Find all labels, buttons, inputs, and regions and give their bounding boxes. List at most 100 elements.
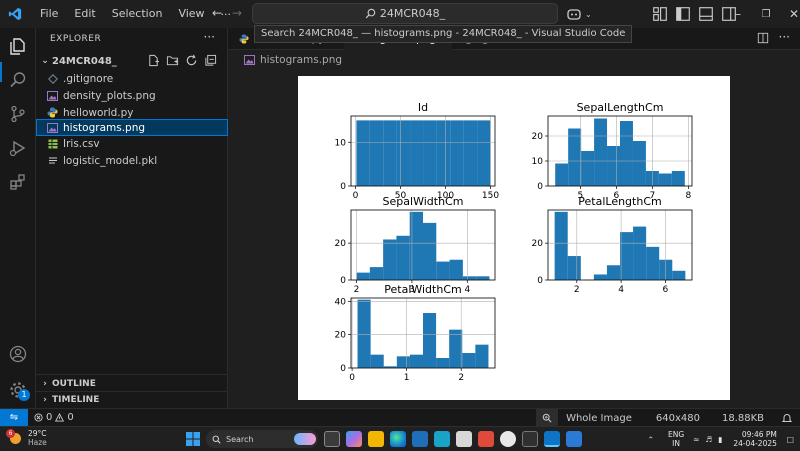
- brave-browser-icon[interactable]: [478, 431, 494, 447]
- explorer-panel: EXPLORER ··· ⌄ 24MCR048_ .gitignore dens…: [36, 28, 228, 408]
- explorer-icon[interactable]: [6, 34, 30, 58]
- terminal-icon[interactable]: [522, 431, 538, 447]
- windows-start-icon[interactable]: [186, 432, 200, 446]
- x-tick-label: 2: [574, 285, 580, 295]
- breadcrumb-label[interactable]: histograms.png: [260, 54, 342, 66]
- histogram-bar: [475, 344, 489, 368]
- histogram-bar: [450, 120, 464, 186]
- histogram-bar: [463, 120, 478, 186]
- system-tray: ⌃ ENG IN ≈ ♬ ▮ 09:46 PM 24-04-2025 □: [648, 427, 794, 451]
- x-tick-label: 4: [618, 285, 624, 295]
- outlook-icon[interactable]: [566, 431, 582, 447]
- copilot-chevron-icon[interactable]: ⌄: [585, 10, 592, 19]
- run-and-debug-icon[interactable]: [6, 136, 30, 160]
- customize-layout-icon[interactable]: [652, 6, 668, 22]
- histogram-bar: [369, 267, 384, 280]
- photos-app-icon[interactable]: [434, 431, 450, 447]
- copilot-app-icon[interactable]: [346, 431, 362, 447]
- histogram-bar: [423, 120, 437, 186]
- file-iris-csv[interactable]: Iris.csv: [36, 135, 228, 152]
- split-editor-icon[interactable]: [757, 32, 769, 44]
- chevron-down-icon: ⌄: [41, 56, 49, 66]
- file-histograms[interactable]: histograms.png: [36, 119, 228, 136]
- outline-section[interactable]: › OUTLINE: [36, 375, 228, 392]
- command-center-search[interactable]: 24MCR048_: [252, 3, 558, 24]
- remote-indicator-icon[interactable]: ⇋: [0, 408, 28, 427]
- new-file-icon[interactable]: [147, 54, 160, 67]
- histogram-bar: [632, 141, 646, 186]
- forward-arrow-icon[interactable]: →: [226, 6, 248, 20]
- taskbar-search[interactable]: Search: [206, 430, 318, 448]
- file-label: histograms.png: [63, 121, 146, 134]
- file-density-plots[interactable]: density_plots.png: [36, 87, 228, 104]
- editor-more-icon[interactable]: ···: [779, 31, 790, 44]
- status-right: Whole Image 640x480 18.88KB: [536, 409, 800, 427]
- histogram-bar: [555, 163, 569, 186]
- file-gitignore[interactable]: .gitignore: [36, 70, 228, 87]
- image-file-icon: [47, 122, 58, 133]
- file-explorer-icon[interactable]: [368, 431, 384, 447]
- timeline-section[interactable]: › TIMELINE: [36, 391, 228, 408]
- accounts-icon[interactable]: [6, 342, 30, 366]
- outline-label: OUTLINE: [52, 378, 96, 389]
- zoom-icon[interactable]: [536, 409, 559, 427]
- histogram-bar: [462, 353, 476, 368]
- histogram-bar: [383, 239, 397, 280]
- zoom-status[interactable]: Whole Image: [558, 413, 644, 424]
- search-icon[interactable]: [6, 68, 30, 92]
- menu-file[interactable]: File: [32, 0, 66, 28]
- notifications-bell-icon[interactable]: [774, 413, 800, 423]
- new-folder-icon[interactable]: [166, 54, 179, 67]
- notification-center-icon[interactable]: □: [787, 435, 794, 444]
- title-tooltip: Search 24MCR048_ — histograms.png - 24MC…: [254, 25, 633, 43]
- microsoft-store-icon[interactable]: [412, 431, 428, 447]
- wifi-icon[interactable]: ≈: [693, 435, 699, 444]
- x-tick-label: 6: [663, 285, 669, 295]
- histogram-bar: [477, 120, 491, 186]
- weather-widget[interactable]: 6 29°C Haze: [6, 429, 47, 447]
- language-code: ENG: [667, 430, 685, 439]
- timeline-label: TIMELINE: [52, 394, 100, 405]
- chrome-browser-icon[interactable]: [500, 431, 516, 447]
- problems-status[interactable]: 0 0: [28, 412, 80, 423]
- error-count: 0: [46, 412, 53, 423]
- toggle-panel-icon[interactable]: [698, 6, 714, 22]
- source-control-icon[interactable]: [6, 102, 30, 126]
- menu-selection[interactable]: Selection: [104, 0, 171, 28]
- minimize-icon[interactable]: –: [724, 7, 752, 21]
- toggle-primary-sidebar-icon[interactable]: [675, 6, 691, 22]
- chevron-right-icon: ›: [43, 378, 47, 389]
- y-tick-label: 10: [335, 138, 347, 148]
- explorer-more-button[interactable]: ···: [204, 30, 215, 44]
- clock[interactable]: 09:46 PM 24-04-2025: [733, 430, 777, 448]
- refresh-icon[interactable]: [185, 54, 198, 67]
- back-arrow-icon[interactable]: ←: [206, 6, 228, 20]
- volume-icon[interactable]: ♬: [705, 435, 712, 444]
- image-preview[interactable]: 0 50 100 150 0 10 Id 5 6 7 8 0 10 20 SepalLengthCm 2 3 4 0…: [298, 76, 730, 400]
- weather-temp: 29°C: [28, 429, 47, 438]
- task-view-icon[interactable]: [324, 431, 340, 447]
- x-tick-label: 0: [353, 191, 359, 201]
- y-tick-label: 20: [335, 239, 347, 249]
- collapse-all-icon[interactable]: [204, 54, 217, 67]
- extensions-icon[interactable]: [6, 170, 30, 194]
- breadcrumb: histograms.png: [244, 54, 342, 66]
- mcafee-icon[interactable]: [456, 431, 472, 447]
- edge-browser-icon[interactable]: [390, 431, 406, 447]
- explorer-title: EXPLORER: [50, 34, 102, 44]
- battery-icon[interactable]: ▮: [718, 435, 722, 444]
- close-icon[interactable]: ✕: [780, 7, 800, 21]
- histogram-bar: [409, 354, 423, 368]
- restore-icon[interactable]: ❐: [752, 9, 780, 20]
- copilot-icon[interactable]: [566, 7, 582, 21]
- vscode-taskbar-icon[interactable]: [544, 431, 560, 447]
- histogram-bar: [554, 211, 568, 280]
- tray-chevron-icon[interactable]: ⌃: [648, 435, 654, 444]
- histogram-bar: [423, 313, 437, 368]
- input-language[interactable]: ENG IN: [668, 430, 684, 448]
- file-logistic-model[interactable]: logistic_model.pkl: [36, 152, 228, 169]
- y-tick-label: 10: [532, 157, 544, 167]
- menu-edit[interactable]: Edit: [66, 0, 103, 28]
- text-file-icon: [47, 155, 58, 166]
- histogram-bar: [607, 146, 620, 186]
